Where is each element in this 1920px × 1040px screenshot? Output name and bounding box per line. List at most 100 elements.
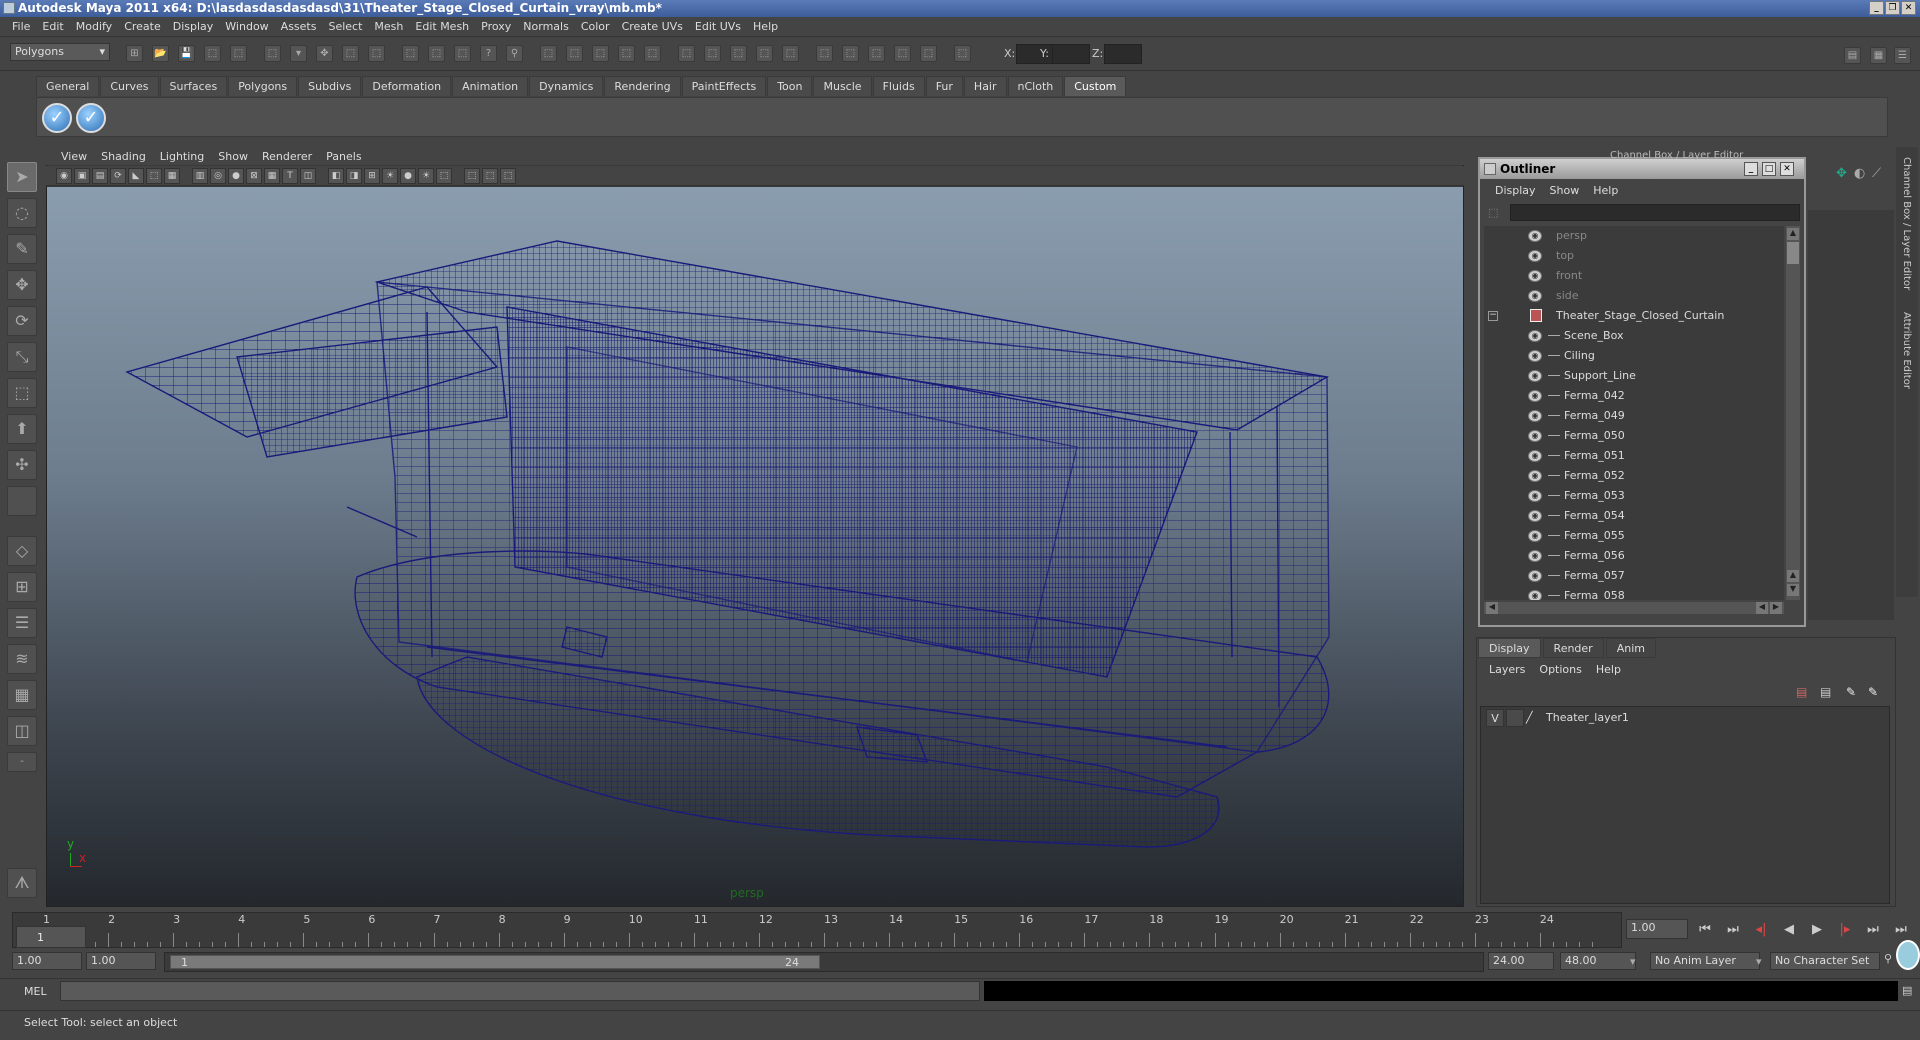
range-end-field[interactable]: 24.00: [1488, 952, 1554, 970]
manipulator-tool-icon[interactable]: ⬚: [7, 378, 37, 408]
layer-menu-options[interactable]: Options: [1532, 663, 1588, 676]
outliner-item-persp[interactable]: ◉ persp: [1484, 226, 1784, 246]
viewport-tool-icon[interactable]: ⊞: [364, 168, 380, 184]
menu-edit-mesh[interactable]: Edit Mesh: [409, 20, 475, 33]
viewport-tool-icon[interactable]: ●: [228, 168, 244, 184]
status-tool-icon[interactable]: ⬚: [894, 45, 911, 62]
status-tool-icon[interactable]: ⬚: [618, 45, 635, 62]
viewport-tool-icon[interactable]: ▥: [192, 168, 208, 184]
status-tool-icon[interactable]: ⬚: [782, 45, 799, 62]
outliner-item-child[interactable]: ◉ Ciling: [1484, 346, 1784, 366]
move-tool-icon[interactable]: ✥: [7, 270, 37, 300]
status-tool-icon[interactable]: ⬚: [428, 45, 445, 62]
collapse-icon[interactable]: −: [1488, 311, 1498, 321]
lasso-tool-icon[interactable]: ◌: [7, 198, 37, 228]
outliner-close-button[interactable]: ✕: [1780, 162, 1794, 176]
hypershade-layout-icon[interactable]: ▦: [7, 680, 37, 710]
shelf-tab-painteffects[interactable]: PaintEffects: [681, 76, 767, 96]
menu-edit-uvs[interactable]: Edit UVs: [689, 20, 747, 33]
layer-menu-layers[interactable]: Layers: [1482, 663, 1532, 676]
menu-assets[interactable]: Assets: [275, 20, 323, 33]
menu-display[interactable]: Display: [167, 20, 220, 33]
chevron-down-icon[interactable]: ▾: [1756, 955, 1762, 968]
outliner-item-top[interactable]: ◉ top: [1484, 246, 1784, 266]
show-manipulator-icon[interactable]: ✣: [7, 450, 37, 480]
shelf-tab-fluids[interactable]: Fluids: [872, 76, 925, 96]
status-tool-icon[interactable]: ⬚: [730, 45, 747, 62]
close-button[interactable]: ✕: [1901, 1, 1916, 15]
status-tool-icon[interactable]: ▾: [290, 45, 307, 62]
layer-row[interactable]: V ╱ Theater_layer1: [1482, 709, 1888, 727]
four-pane-layout-icon[interactable]: ⊞: [7, 572, 37, 602]
step-forward-key-icon[interactable]: ⏭: [1862, 921, 1884, 939]
status-tool-icon[interactable]: ⬚: [678, 45, 695, 62]
go-to-start-icon[interactable]: ⏮: [1694, 921, 1716, 939]
select-tool-icon[interactable]: ➤: [7, 162, 37, 192]
z-field[interactable]: [1104, 44, 1142, 64]
toggle-channel-box-icon[interactable]: ▤: [1844, 47, 1861, 64]
layer-tab-anim[interactable]: Anim: [1605, 638, 1656, 658]
viewport-tool-icon[interactable]: ☀: [382, 168, 398, 184]
shelf-tab-toon[interactable]: Toon: [767, 76, 813, 96]
viewport-tool-icon[interactable]: ◧: [328, 168, 344, 184]
play-forwards-icon[interactable]: ▶: [1806, 921, 1828, 939]
mel-input[interactable]: [60, 981, 980, 1001]
outliner-item-child[interactable]: ◉ Ferma_057: [1484, 566, 1784, 586]
outliner-item-child[interactable]: ◉ Ferma_052: [1484, 466, 1784, 486]
viewport-tool-icon[interactable]: ⬚: [146, 168, 162, 184]
scroll-left-icon[interactable]: ◀: [1486, 602, 1498, 614]
restore-button[interactable]: ❐: [1885, 1, 1900, 15]
status-tool-icon[interactable]: ⬚: [816, 45, 833, 62]
menu-proxy[interactable]: Proxy: [475, 20, 517, 33]
viewport-tool-icon[interactable]: ⬚: [436, 168, 452, 184]
shelf-tab-custom[interactable]: Custom: [1064, 76, 1127, 96]
scroll-up-icon[interactable]: ▲: [1787, 570, 1799, 582]
outliner-menu-help[interactable]: Help: [1586, 184, 1625, 197]
scroll-left-icon[interactable]: ◀: [1756, 602, 1768, 614]
character-set-dropdown[interactable]: No Character Set: [1770, 952, 1880, 970]
viewport-tool-icon[interactable]: ☀: [418, 168, 434, 184]
status-tool-icon[interactable]: ⬚: [566, 45, 583, 62]
status-tool-icon[interactable]: ⬚: [264, 45, 281, 62]
scroll-up-icon[interactable]: ▲: [1787, 228, 1799, 240]
viewport-tool-icon[interactable]: ▣: [74, 168, 90, 184]
outliner-item-child[interactable]: ◉ Ferma_054: [1484, 506, 1784, 526]
menu-normals[interactable]: Normals: [517, 20, 575, 33]
shelf-tab-ncloth[interactable]: nCloth: [1007, 76, 1064, 96]
mel-label[interactable]: MEL: [24, 985, 47, 998]
shelf-tab-dynamics[interactable]: Dynamics: [529, 76, 604, 96]
outliner-item-child[interactable]: ◉ Ferma_053: [1484, 486, 1784, 506]
viewport-menu-renderer[interactable]: Renderer: [255, 150, 319, 163]
outliner-item-child[interactable]: ◉ Ferma_058: [1484, 586, 1784, 600]
menu-file[interactable]: File: [6, 20, 36, 33]
layer-visibility-toggle[interactable]: V: [1486, 709, 1504, 727]
attribute-editor-side-tab[interactable]: Attribute Editor: [1901, 312, 1912, 389]
viewport-tool-icon[interactable]: ▤: [92, 168, 108, 184]
chevron-down-icon[interactable]: ▾: [1630, 955, 1636, 968]
outliner-item-front[interactable]: ◉ front: [1484, 266, 1784, 286]
channel-box-toggle-icon[interactable]: ✥: [1836, 166, 1847, 181]
viewport-tool-icon[interactable]: ◉: [56, 168, 72, 184]
outliner-item-child[interactable]: ◉ Ferma_055: [1484, 526, 1784, 546]
viewport-tool-icon[interactable]: ⬚: [464, 168, 480, 184]
viewport-tool-icon[interactable]: ⬚: [482, 168, 498, 184]
scroll-down-icon[interactable]: ▼: [1787, 584, 1799, 596]
current-frame-marker[interactable]: 1: [16, 926, 86, 948]
scroll-right-icon[interactable]: ▶: [1770, 602, 1782, 614]
viewport-tool-icon[interactable]: ⊠: [246, 168, 262, 184]
status-tool-icon[interactable]: ⬚: [204, 45, 221, 62]
status-tool-icon[interactable]: ⬚: [454, 45, 471, 62]
status-tool-icon[interactable]: ⬚: [592, 45, 609, 62]
time-slider[interactable]: 1 2 3 4 5 6 7 8 9 10 11 12 13 14 15 16 17 18 19 20 21 22 23 24: [12, 912, 1622, 948]
layer-type-toggle[interactable]: [1506, 709, 1524, 727]
menu-mesh[interactable]: Mesh: [368, 20, 409, 33]
shelf-tab-rendering[interactable]: Rendering: [604, 76, 681, 96]
shelf-tab-surfaces[interactable]: Surfaces: [159, 76, 228, 96]
range-start-field[interactable]: 1.00: [86, 952, 156, 970]
script-editor-icon[interactable]: ▤: [1902, 984, 1912, 997]
scale-tool-icon[interactable]: ⤡: [7, 342, 37, 372]
prefs-icon[interactable]: [1896, 940, 1920, 970]
status-tool-icon[interactable]: ⊞: [126, 45, 143, 62]
status-tool-icon[interactable]: 💾: [178, 45, 195, 62]
new-layer-icon[interactable]: ▤: [1796, 685, 1807, 699]
